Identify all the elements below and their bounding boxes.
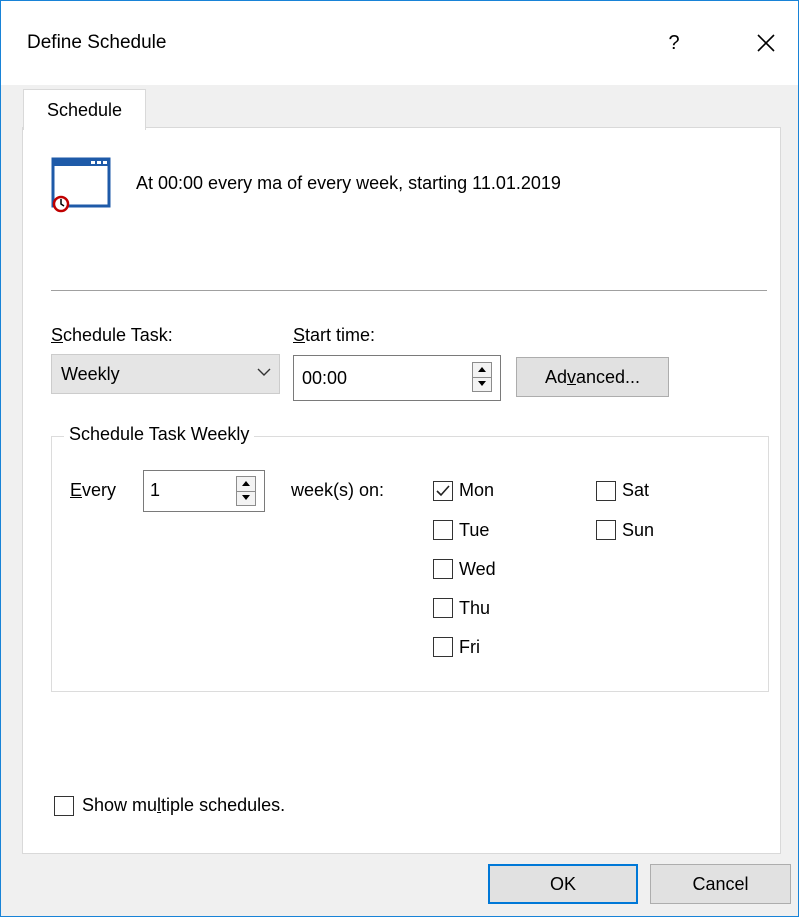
arrow-down-icon bbox=[478, 381, 486, 386]
checkbox-thu[interactable] bbox=[433, 598, 453, 618]
start-time-field[interactable]: 00:00 bbox=[293, 355, 501, 401]
schedule-clock-icon bbox=[51, 157, 111, 213]
checkbox-tue[interactable] bbox=[433, 520, 453, 540]
every-weeks-spinner[interactable] bbox=[236, 476, 256, 506]
checkbox-sun-label: Sun bbox=[622, 520, 655, 540]
checkbox-tue-label: Tue bbox=[459, 520, 490, 540]
start-time-value: 00:00 bbox=[302, 368, 348, 388]
checkbox-mon-label: Mon bbox=[459, 480, 495, 500]
schedule-task-selected: Weekly bbox=[61, 364, 120, 384]
start-time-down-button[interactable] bbox=[473, 377, 491, 391]
arrow-down-icon bbox=[242, 495, 250, 500]
checkbox-fri-label: Fri bbox=[459, 637, 480, 657]
checkbox-fri[interactable] bbox=[433, 637, 453, 657]
checkbox-sat[interactable] bbox=[596, 481, 616, 501]
tab-schedule[interactable]: Schedule bbox=[23, 89, 146, 130]
show-multiple-schedules-label: Show multiple schedules. bbox=[82, 795, 286, 815]
close-icon bbox=[757, 34, 775, 52]
schedule-summary-text: At 00:00 every ma of every week, startin… bbox=[136, 173, 561, 193]
every-weeks-field[interactable]: 1 bbox=[143, 470, 265, 512]
advanced-button[interactable]: Advanced... bbox=[516, 357, 669, 397]
close-button[interactable] bbox=[741, 27, 791, 59]
title-bar: Define Schedule ? bbox=[1, 1, 798, 85]
ok-button[interactable]: OK bbox=[488, 864, 638, 904]
weekly-group-legend: Schedule Task Weekly bbox=[64, 424, 255, 445]
start-time-up-button[interactable] bbox=[473, 363, 491, 378]
start-time-spinner[interactable] bbox=[472, 362, 492, 392]
checkbox-mon[interactable] bbox=[433, 481, 453, 501]
start-time-label: Start time: bbox=[293, 325, 376, 345]
checkmark-icon bbox=[436, 485, 450, 497]
every-label: Every bbox=[70, 480, 117, 500]
arrow-up-icon bbox=[478, 367, 486, 372]
cancel-button[interactable]: Cancel bbox=[650, 864, 791, 904]
every-weeks-down-button[interactable] bbox=[237, 491, 255, 505]
every-weeks-up-button[interactable] bbox=[237, 477, 255, 492]
checkbox-sat-label: Sat bbox=[622, 480, 650, 500]
arrow-up-icon bbox=[242, 481, 250, 486]
every-weeks-value: 1 bbox=[150, 480, 161, 500]
schedule-task-dropdown[interactable]: Weekly bbox=[51, 354, 280, 394]
help-button[interactable]: ? bbox=[649, 27, 699, 59]
checkbox-show-multiple-schedules[interactable] bbox=[54, 796, 74, 816]
chevron-down-icon bbox=[257, 368, 271, 376]
checkbox-thu-label: Thu bbox=[459, 598, 491, 618]
separator bbox=[51, 290, 767, 291]
dialog-title: Define Schedule bbox=[27, 32, 167, 53]
checkbox-wed[interactable] bbox=[433, 559, 453, 579]
checkbox-sun[interactable] bbox=[596, 520, 616, 540]
schedule-task-label: Schedule Task: bbox=[51, 325, 173, 345]
checkbox-wed-label: Wed bbox=[459, 559, 496, 579]
weeks-on-label: week(s) on: bbox=[291, 480, 385, 500]
